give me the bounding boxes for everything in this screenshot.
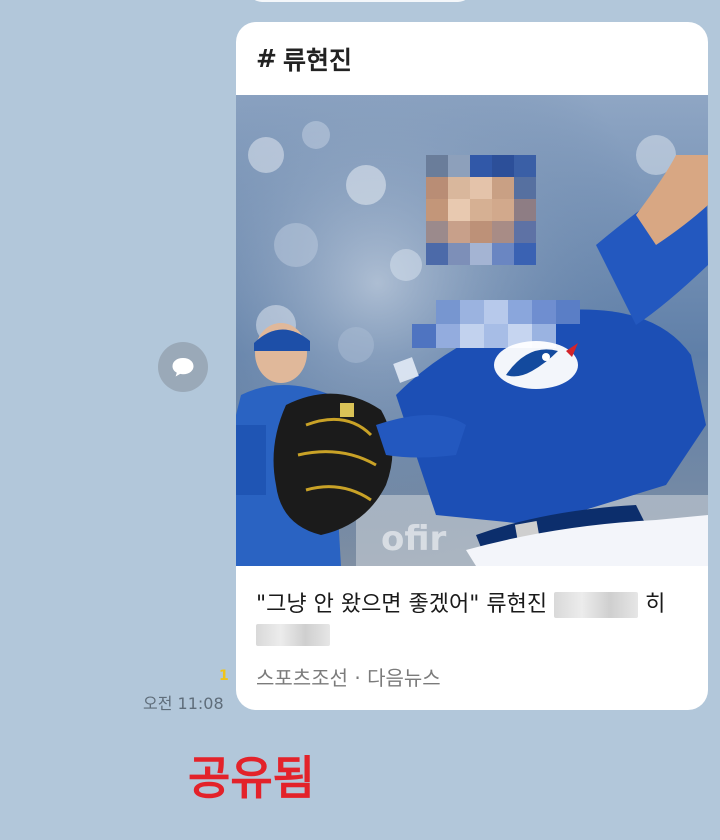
share-button[interactable] (158, 342, 208, 392)
news-source: 스포츠조선 · 다음뉴스 (256, 666, 441, 690)
message-timestamp: 오전 11:08 (143, 694, 224, 713)
news-title-text: "그냥 안 왔으면 좋겠어" 류현진 (256, 592, 548, 617)
card-header: # 류현진 (236, 22, 708, 95)
news-share-card[interactable]: # 류현진 ofir "그냥 안 왔으면 좋겠어" 류현진 히 스포츠조선 · … (236, 22, 708, 710)
hashtag-symbol: # (256, 44, 277, 73)
speech-bubble-icon (172, 358, 194, 377)
previous-message-bubble (248, 0, 472, 2)
pitcher-photo: ofir (236, 95, 708, 566)
svg-text:ofir: ofir (381, 519, 447, 559)
news-title-suffix: 히 (645, 592, 666, 617)
news-title: "그냥 안 왔으면 좋겠어" 류현진 히 (256, 590, 696, 650)
redacted-text (554, 592, 639, 618)
news-photo[interactable]: ofir (236, 95, 708, 566)
redacted-text-2 (256, 624, 330, 646)
card-topic: 류현진 (282, 45, 352, 75)
shared-annotation: 공유됨 (188, 751, 315, 805)
unread-count: 1 (219, 668, 229, 684)
